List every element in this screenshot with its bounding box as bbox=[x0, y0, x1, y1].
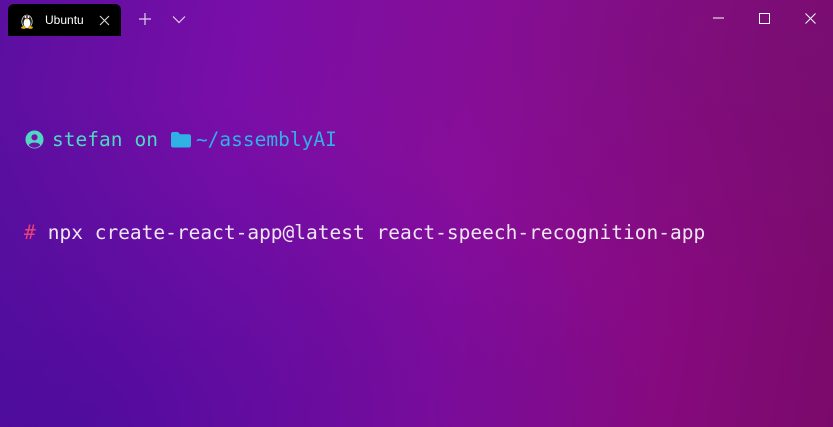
user-circle-icon bbox=[24, 130, 44, 150]
prompt-connector: on bbox=[134, 128, 158, 151]
plus-icon[interactable] bbox=[136, 10, 154, 28]
prompt-path: ~/assemblyAI bbox=[195, 128, 337, 151]
close-tab-icon[interactable] bbox=[97, 13, 111, 27]
title-bar: Ubuntu bbox=[0, 0, 833, 36]
command-line: # npx create-react-app@latest react-spee… bbox=[24, 217, 833, 248]
linux-penguin-icon bbox=[19, 11, 35, 29]
tab-ubuntu[interactable]: Ubuntu bbox=[8, 4, 121, 36]
chevron-down-icon[interactable] bbox=[170, 10, 188, 28]
terminal-output[interactable]: stefan on ~/assemblyAI # npx create-reac… bbox=[24, 62, 833, 310]
tab-title: Ubuntu bbox=[45, 13, 84, 27]
command-text: npx create-react-app@latest react-speech… bbox=[47, 221, 706, 244]
maximize-icon[interactable] bbox=[741, 0, 787, 36]
folder-icon bbox=[170, 131, 192, 149]
minimize-icon[interactable] bbox=[695, 0, 741, 36]
terminal-window: Ubuntu stefan on ~/assemblyAI # npx crea… bbox=[0, 0, 833, 427]
prompt-user: stefan bbox=[52, 128, 123, 151]
close-icon[interactable] bbox=[787, 0, 833, 36]
prompt-symbol: # bbox=[24, 221, 36, 244]
prompt-line: stefan on ~/assemblyAI bbox=[24, 124, 833, 155]
